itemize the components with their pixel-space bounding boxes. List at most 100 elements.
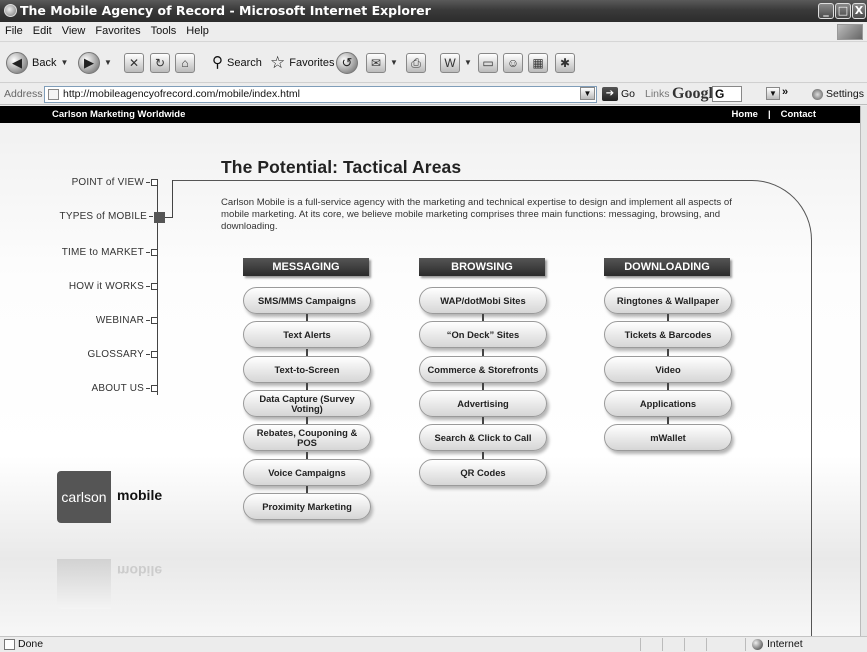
address-dropdown[interactable]: ▼ [580,87,595,100]
forward-arrow-icon: ▶ [78,52,100,74]
menu-edit[interactable]: Edit [28,22,57,37]
toolbar-more-chevron[interactable]: » [782,86,788,98]
left-nav-tick [146,320,150,321]
pill-connector [482,452,484,459]
site-header-bar: Carlson Marketing Worldwide Home | Conta… [0,106,860,123]
search-icon: ⚲ [212,54,223,71]
tactic-button[interactable]: Ringtones & Wallpaper [604,287,732,314]
back-arrow-icon: ◀ [6,52,28,74]
tactic-button[interactable]: Search & Click to Call [419,424,547,451]
left-nav-item[interactable]: WEBINAR [96,315,158,326]
left-nav-item[interactable]: ABOUT US [91,383,158,394]
vertical-scrollbar[interactable] [860,106,867,636]
tactic-button[interactable]: Text-to-Screen [243,356,371,383]
left-nav-box [151,317,158,324]
menu-favorites[interactable]: Favorites [90,22,145,37]
print-icon[interactable]: ⎙ [406,53,426,73]
home-icon[interactable]: ⌂ [175,53,195,73]
left-nav-tick [149,216,153,217]
mail-button[interactable]: ✉ ▼ [366,52,398,74]
window-title: The Mobile Agency of Record - Microsoft … [20,3,431,18]
settings-label: Settings [826,88,864,100]
nav-contact-link[interactable]: Contact [781,106,816,123]
nav-separator: | [767,109,771,120]
tactic-button[interactable]: mWallet [604,424,732,451]
windows-flag-icon [837,24,863,40]
left-nav-item[interactable]: POINT of VIEW [72,177,158,188]
tactic-button[interactable]: Commerce & Storefronts [419,356,547,383]
menu-view[interactable]: View [57,22,91,37]
tactic-button[interactable]: Rebates, Couponing & POS [243,424,371,451]
menu-tools[interactable]: Tools [146,22,182,37]
pill-connector [482,314,484,321]
tactic-button[interactable]: Advertising [419,390,547,417]
tactic-button[interactable]: “On Deck” Sites [419,321,547,348]
menu-help[interactable]: Help [181,22,214,37]
links-label[interactable]: Links [645,88,670,100]
carlson-logo: carlson [57,471,111,523]
status-divider [684,638,685,651]
tactic-button[interactable]: QR Codes [419,459,547,486]
status-bar: Done Internet [0,636,867,652]
google-search-dropdown[interactable]: ▼ [766,87,780,100]
left-nav-box [151,283,158,290]
mail-icon: ✉ [366,53,386,73]
edit-button[interactable]: W ▼ [440,52,472,74]
maximize-button[interactable]: □ [835,3,851,19]
stop-icon[interactable]: ✕ [124,53,144,73]
research-icon[interactable]: ▦ [528,53,548,73]
tactic-button[interactable]: Tickets & Barcodes [604,321,732,348]
nav-home-link[interactable]: Home [732,106,758,123]
tactic-button[interactable]: Text Alerts [243,321,371,348]
left-nav-box [151,249,158,256]
people-icon[interactable]: ✱ [555,53,575,73]
tactic-button[interactable]: WAP/dotMobi Sites [419,287,547,314]
left-nav-item[interactable]: GLOSSARY [88,349,158,360]
close-button[interactable]: X [852,3,866,19]
search-label: Search [227,57,262,69]
messenger-icon[interactable]: ☺ [503,53,523,73]
left-nav-item[interactable]: TYPES of MOBILE [60,211,153,222]
status-divider [706,638,707,651]
active-nav-marker [154,212,165,223]
tactic-button[interactable]: Voice Campaigns [243,459,371,486]
page-icon [48,89,59,100]
settings-button[interactable]: Settings [812,88,864,100]
zone-label: Internet [767,638,803,650]
refresh-icon[interactable]: ↻ [150,53,170,73]
left-nav-tick [146,388,150,389]
page-viewport: Carlson Marketing Worldwide Home | Conta… [0,106,860,636]
discuss-icon[interactable]: ▭ [478,53,498,73]
go-button[interactable]: ➔ Go [602,87,635,101]
frame-top-line [172,180,730,181]
active-connector [165,217,173,218]
search-button[interactable]: ⚲ Search [212,52,262,74]
ie-logo-icon [4,4,17,17]
minimize-button[interactable]: _ [818,3,834,19]
left-nav-item[interactable]: HOW it WORKS [69,281,158,292]
tactic-button[interactable]: Applications [604,390,732,417]
page-content: POINT of VIEW TYPES of MOBILE TIME to MARK… [0,123,860,636]
pill-connector [482,383,484,390]
address-bar: Address http://mobileagencyofrecord.com/… [0,84,867,105]
left-nav-item[interactable]: TIME to MARKET [62,247,158,258]
tactic-button[interactable]: Video [604,356,732,383]
pill-connector [667,417,669,424]
logo-reflection-text: mobile [117,563,163,579]
tactic-button[interactable]: Data Capture (Survey Voting) [243,390,371,417]
back-label: Back [32,57,57,69]
history-icon[interactable]: ↺ [336,52,358,74]
menu-file[interactable]: File [0,22,28,37]
pill-connector [306,452,308,459]
forward-button[interactable]: ▶ ▼ [78,52,112,74]
favorites-button[interactable]: ☆ Favorites [270,52,335,74]
active-connector-vertical [172,180,173,218]
tactic-button[interactable]: Proximity Marketing [243,493,371,520]
back-button[interactable]: ◀ Back ▼ [6,52,68,74]
address-input[interactable]: http://mobileagencyofrecord.com/mobile/i… [44,86,597,103]
left-nav-tick [146,354,150,355]
tactic-button[interactable]: SMS/MMS Campaigns [243,287,371,314]
google-search-box[interactable]: G [712,86,742,102]
site-brand[interactable]: Carlson Marketing Worldwide [52,106,185,123]
browser-window: The Mobile Agency of Record - Microsoft … [0,0,867,652]
